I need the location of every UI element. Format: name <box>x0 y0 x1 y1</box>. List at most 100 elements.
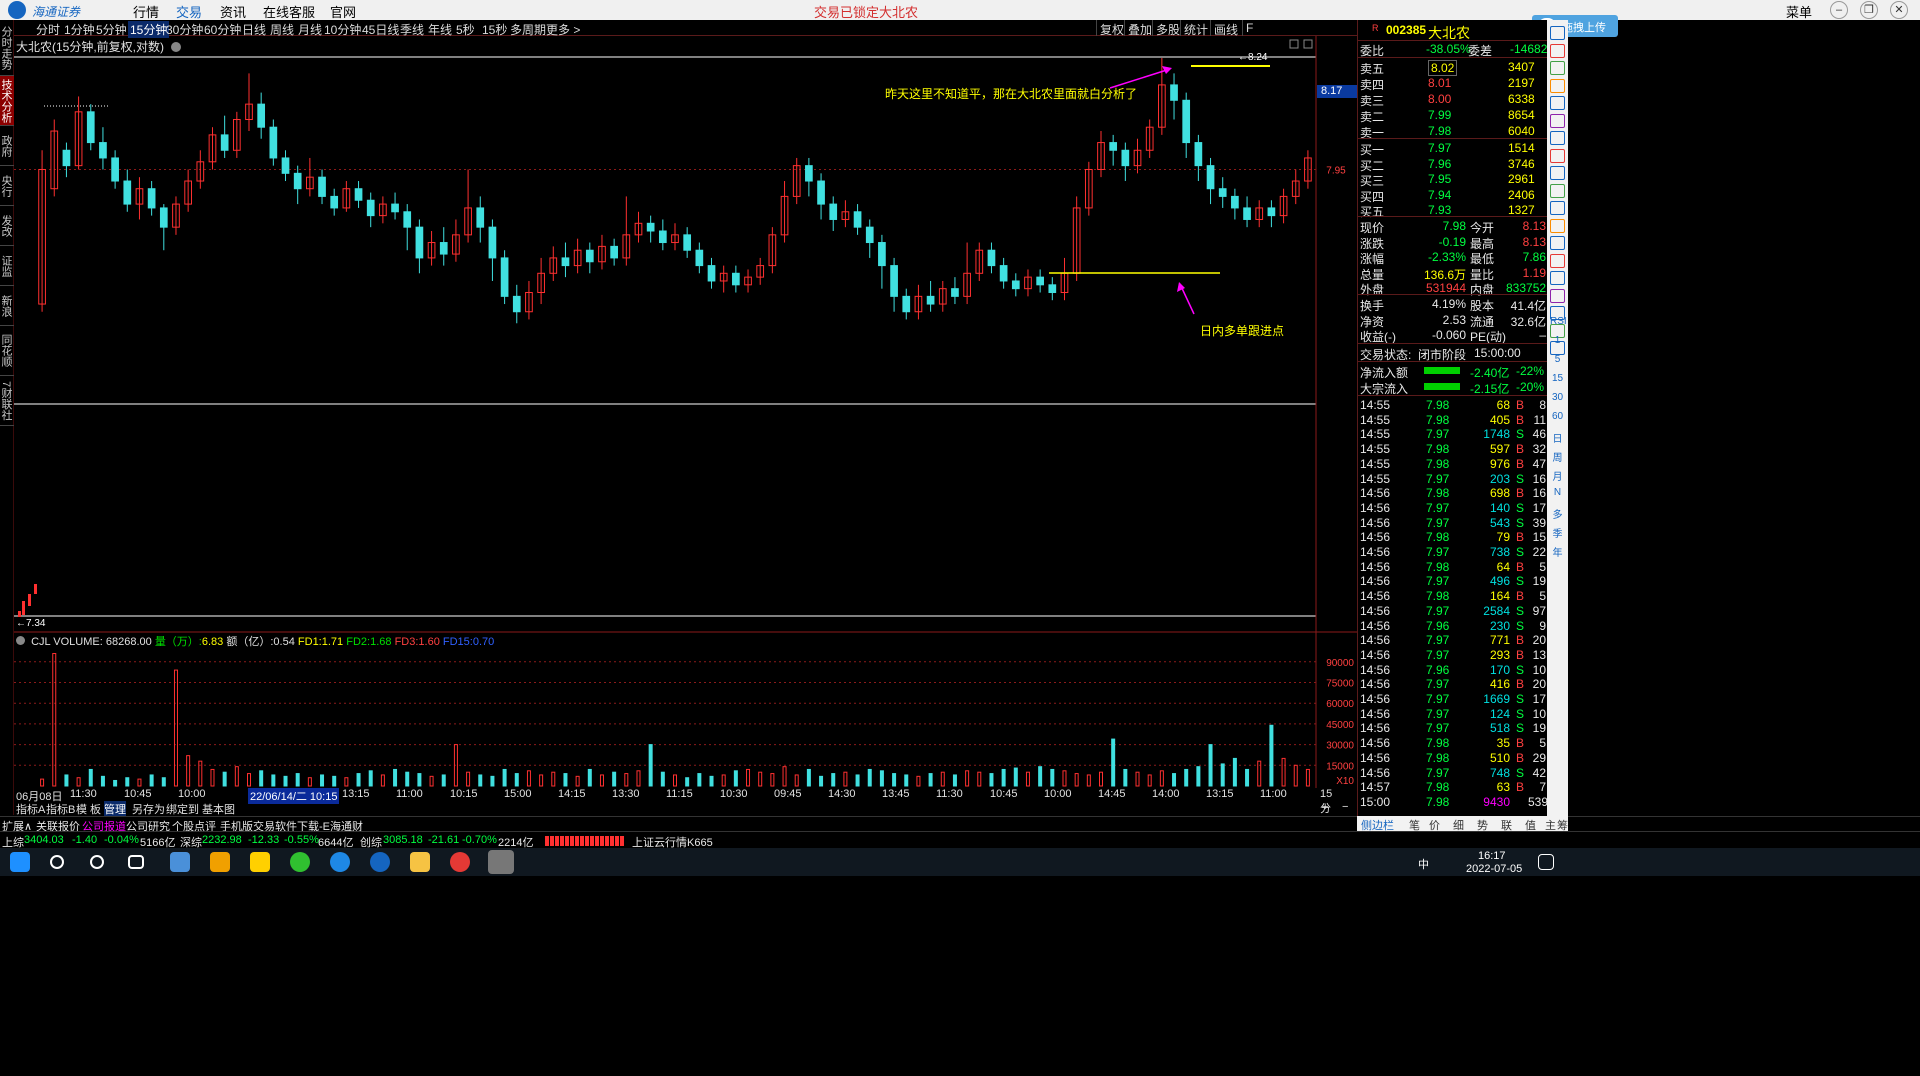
calculator-icon[interactable] <box>170 852 190 872</box>
sidebar-shortcut-4[interactable]: 30 <box>1550 392 1565 403</box>
cjl-name: CJL <box>31 636 51 648</box>
sidebar-shortcut-10[interactable]: 多 <box>1550 506 1565 521</box>
left-tab-5[interactable]: 证监 <box>0 246 14 286</box>
panel-tab-2[interactable]: 价 <box>1429 817 1440 833</box>
bid-row[interactable]: 买四 7.94 2406 <box>1358 187 1548 204</box>
liang-value: 6.83 <box>201 636 224 648</box>
zoom-in-button[interactable]: + <box>1322 801 1328 813</box>
chart-tab-4[interactable]: 另存为 <box>132 801 165 817</box>
sidebar-shortcut-6[interactable]: 日 <box>1550 430 1565 445</box>
active-app-icon[interactable] <box>488 850 514 874</box>
volume-collapse-icon[interactable] <box>16 636 25 645</box>
app-icon-1[interactable] <box>250 852 270 872</box>
tick-volume: 1748 <box>1483 427 1510 442</box>
task-view-icon[interactable] <box>128 855 144 869</box>
search-icon[interactable] <box>50 855 64 869</box>
menu-item-kefu[interactable]: 在线客服 <box>263 2 315 21</box>
main-menu-button[interactable]: 菜单 <box>1786 2 1812 21</box>
candle-body <box>683 234 692 251</box>
file-explorer-icon[interactable] <box>410 852 430 872</box>
sidebar-shortcut-11[interactable]: 季 <box>1550 525 1565 540</box>
ask-row[interactable]: 卖五 8.02 3407 <box>1358 59 1548 76</box>
ime-indicator[interactable]: 中 <box>1418 856 1429 872</box>
windows-start-icon[interactable] <box>10 852 30 872</box>
cortana-icon[interactable] <box>90 855 104 869</box>
ask-row[interactable]: 卖四 8.01 2197 <box>1358 75 1548 92</box>
sidebar-tool-icon[interactable] <box>1550 253 1565 268</box>
sidebar-shortcut-3[interactable]: 15 <box>1550 373 1565 384</box>
sidebar-tool-icon[interactable] <box>1550 113 1565 128</box>
ask-row[interactable]: 卖二 7.99 8654 <box>1358 107 1548 124</box>
panel-tab-1[interactable]: 笔 <box>1409 817 1420 833</box>
chart-tab-3[interactable]: 管理 <box>104 801 126 817</box>
left-tab-0[interactable]: 分时走势 <box>0 20 14 76</box>
left-tab-4[interactable]: 发改 <box>0 206 14 246</box>
sidebar-tool-icon[interactable] <box>1550 43 1565 58</box>
panel-tab-6[interactable]: 值 <box>1525 817 1536 833</box>
panel-tab-3[interactable]: 细 <box>1453 817 1464 833</box>
close-icon[interactable]: ✕ <box>1890 1 1908 19</box>
trade-lock-status[interactable]: 交易已锁定 <box>814 2 879 21</box>
chart-title-dropdown-icon[interactable] <box>171 42 182 52</box>
left-tab-1[interactable]: 技术分析 <box>0 76 14 126</box>
sidebar-tool-icon[interactable] <box>1550 271 1565 285</box>
bid-row[interactable]: 买二 7.96 3746 <box>1358 156 1548 173</box>
haitong-taskbar-icon[interactable] <box>370 852 390 872</box>
chart-tab-5[interactable]: 绑定到 <box>166 801 199 817</box>
menu-item-guanwang[interactable]: 官网 <box>330 2 356 21</box>
sidebar-tool-icon[interactable] <box>1550 61 1565 75</box>
panel-tab-0[interactable]: 侧边栏 <box>1361 817 1394 833</box>
left-tab-2[interactable]: 政府 <box>0 126 14 166</box>
sidebar-shortcut-1[interactable]: 1 <box>1550 335 1565 346</box>
browser-icon-1[interactable] <box>290 852 310 872</box>
menu-item-hangqing[interactable]: 行情 <box>133 2 159 21</box>
minimize-icon[interactable]: – <box>1830 1 1848 19</box>
panel-tab-4[interactable]: 势 <box>1477 817 1488 833</box>
toolbar-btn-5[interactable]: F <box>1246 21 1253 35</box>
kline-chart[interactable]: 7.95 ←8.24 ←7.34 90000 75000 60000 45000 30000 1… <box>14 36 1359 816</box>
netease-music-icon[interactable] <box>450 852 470 872</box>
chart-tab-6[interactable]: 基本图 <box>202 801 235 817</box>
sidebar-tool-icon[interactable] <box>1550 183 1565 198</box>
sidebar-shortcut-5[interactable]: 60 <box>1550 411 1565 422</box>
sidebar-tool-icon[interactable] <box>1550 166 1565 180</box>
sidebar-tool-icon[interactable] <box>1550 201 1565 215</box>
sidebar-tool-icon[interactable] <box>1550 26 1565 40</box>
left-tab-8[interactable]: 7财联社 <box>0 376 14 426</box>
sidebar-shortcut-12[interactable]: 年 <box>1550 544 1565 559</box>
notification-icon[interactable] <box>1538 854 1554 870</box>
ask-row[interactable]: 卖三 8.00 6338 <box>1358 91 1548 108</box>
bid-row[interactable]: 买一 7.97 1514 <box>1358 140 1548 157</box>
zoom-out-button[interactable]: − <box>1342 801 1348 813</box>
left-tab-7[interactable]: 同花顺 <box>0 326 14 376</box>
bid-row[interactable]: 买三 7.95 2961 <box>1358 171 1548 188</box>
sidebar-tool-icon[interactable] <box>1550 236 1565 250</box>
restore-icon[interactable]: ❐ <box>1860 1 1878 19</box>
sidebar-tool-icon[interactable] <box>1550 218 1565 233</box>
sidebar-tool-icon[interactable] <box>1550 96 1565 110</box>
sidebar-shortcut-8[interactable]: 月 <box>1550 468 1565 483</box>
sidebar-shortcut-0[interactable]: RSI <box>1550 316 1567 327</box>
edge-icon[interactable] <box>330 852 350 872</box>
panel-tab-7[interactable]: 主 <box>1545 817 1556 833</box>
sidebar-tool-icon[interactable] <box>1550 131 1565 145</box>
candle-body <box>488 226 497 259</box>
panel-tab-8[interactable]: 筹 <box>1557 817 1568 833</box>
menu-item-zixun[interactable]: 资讯 <box>220 2 246 21</box>
sidebar-tool-icon[interactable] <box>1550 78 1565 93</box>
chart-tab-1[interactable]: 指标B <box>46 801 75 817</box>
ask-row[interactable]: 卖一 7.98 6040 <box>1358 123 1548 140</box>
chart-tab-2[interactable]: 模 板 <box>76 801 101 817</box>
menu-item-jiaoyi[interactable]: 交易 <box>176 2 202 21</box>
chart-tab-0[interactable]: 指标A <box>16 801 45 817</box>
sidebar-tool-icon[interactable] <box>1550 148 1565 163</box>
sidebar-tool-icon[interactable] <box>1550 288 1565 303</box>
sidebar-shortcut-9[interactable]: N <box>1550 487 1565 498</box>
panel-tab-5[interactable]: 联 <box>1501 817 1512 833</box>
store-icon[interactable] <box>210 852 230 872</box>
left-tab-6[interactable]: 新浪 <box>0 286 14 326</box>
tick-time: 14:57 <box>1360 780 1391 795</box>
left-tab-3[interactable]: 央行 <box>0 166 14 206</box>
sidebar-shortcut-2[interactable]: 5 <box>1550 354 1565 365</box>
sidebar-shortcut-7[interactable]: 周 <box>1550 449 1565 464</box>
